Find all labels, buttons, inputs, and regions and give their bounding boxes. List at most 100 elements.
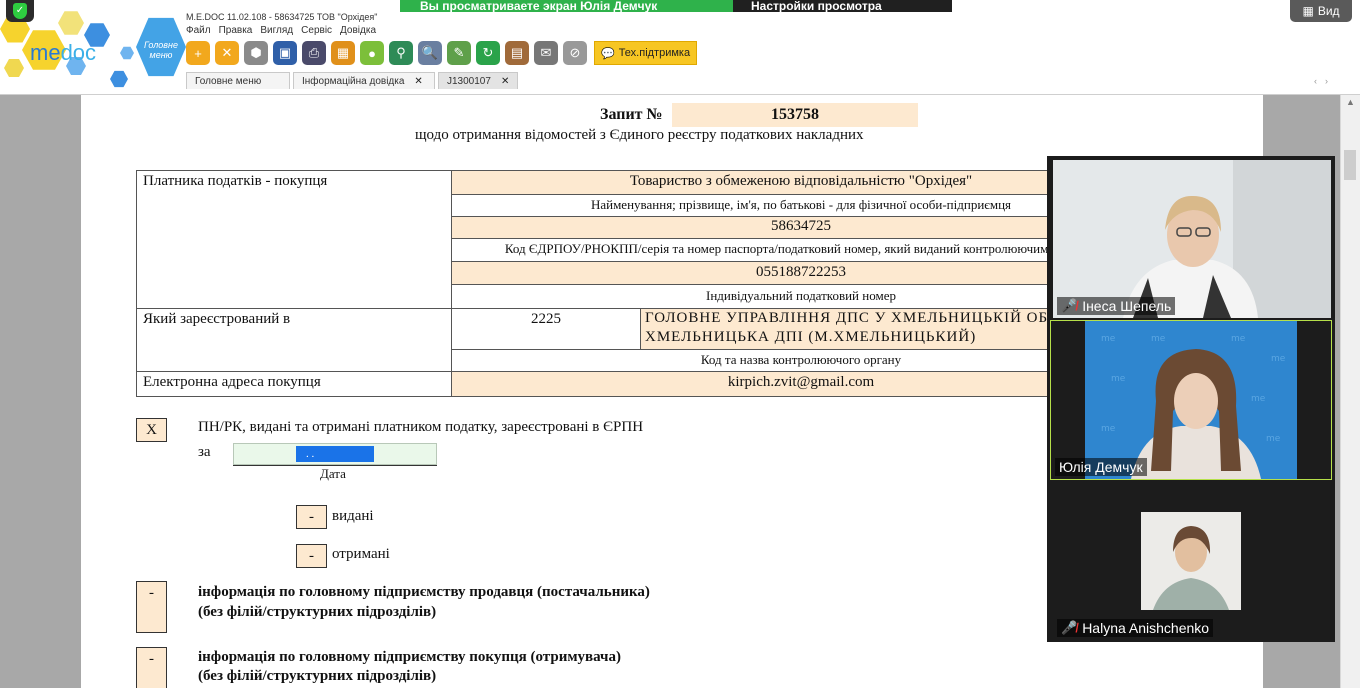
option-seller-line2: (без філій/структурних підрозділів) — [198, 604, 437, 620]
sign-document-icon[interactable]: ✎ — [447, 41, 471, 65]
authority-code-field[interactable]: 2225 — [451, 308, 641, 350]
option-registered-checkbox[interactable]: X — [136, 418, 167, 442]
date-caption: Дата — [320, 466, 346, 481]
screen-share-banner: Вы просматриваете экран Юлія Демчук Наст… — [400, 0, 952, 12]
registered-label: Який зареєстрований в — [136, 308, 452, 372]
participant-video — [1053, 160, 1331, 318]
video-call-panel: 🎤̸ Інеса Шепель me me me me me me me me Юлія Д… — [1047, 156, 1335, 642]
participant-name: Юлія Демчук — [1059, 459, 1143, 475]
participant-name-tag: 🎤̸ Halyna Anishchenko — [1057, 619, 1214, 637]
view-button[interactable]: ▦ Вид — [1290, 0, 1352, 22]
tab-j1300107[interactable]: J1300107 ✕ — [438, 72, 518, 89]
svg-text:me: me — [1101, 424, 1116, 434]
payer-name-field[interactable]: Товариство з обмеженою відповідальністю … — [451, 170, 1151, 195]
new-document-icon[interactable]: + — [186, 41, 210, 65]
package-icon[interactable]: ▦ — [331, 41, 355, 65]
edrpou-field[interactable]: 58634725 — [451, 216, 1151, 239]
email-label: Електронна адреса покупця — [136, 371, 452, 397]
payer-label: Платника податків - покупця — [136, 170, 452, 309]
option-seller-checkbox[interactable]: - — [136, 581, 167, 633]
participant-name-tag: Юлія Демчук — [1055, 458, 1147, 476]
toolbar: + ✕ ⬢ ▣ ⎙ ▦ ● ⚲ 🔍 ✎ ↻ ▤ ✉ ⊘ 💬 Тех.підтри… — [186, 38, 698, 68]
block-icon[interactable]: ⊘ — [563, 41, 587, 65]
received-label: отримані — [332, 546, 390, 562]
option-seller-line1: інформація по головному підприємству про… — [198, 584, 650, 600]
menubar: Файл Правка Вигляд Сервіс Довідка — [186, 25, 376, 36]
menu-file[interactable]: Файл — [186, 25, 211, 36]
svg-text:me: me — [1266, 434, 1281, 444]
request-number-field[interactable]: 153758 — [672, 103, 918, 127]
svg-text:me: me — [1101, 334, 1116, 344]
participant-tile[interactable]: 🎤̸ Halyna Anishchenko — [1053, 482, 1331, 640]
tech-support-button[interactable]: 💬 Тех.підтримка — [594, 41, 698, 65]
participant-video: me me me me me me me me — [1085, 321, 1297, 479]
participant-tile[interactable]: 🎤̸ Інеса Шепель — [1053, 160, 1331, 318]
mic-muted-icon: 🎤̸ — [1061, 298, 1078, 313]
ipn-hint: Індивідуальний податковий номер — [451, 284, 1151, 309]
search-globe-icon[interactable]: ⚲ — [389, 41, 413, 65]
svg-text:me: me — [1231, 334, 1246, 344]
grid-icon: ▦ — [1302, 4, 1314, 18]
participant-tile-active[interactable]: me me me me me me me me Юлія Демчук — [1050, 320, 1332, 480]
svg-text:me: me — [1271, 354, 1286, 364]
view-settings-button[interactable]: Настройки просмотра — [733, 0, 952, 12]
tab-label: J1300107 — [447, 75, 491, 87]
print-icon[interactable]: ⎙ — [302, 41, 326, 65]
links-icon[interactable]: ⬢ — [244, 41, 268, 65]
menu-view[interactable]: Вигляд — [260, 25, 293, 36]
participant-name-tag: 🎤̸ Інеса Шепель — [1057, 297, 1176, 315]
app-header: medoc ✓ Головне меню M.E.DOC 11.02.108 -… — [0, 0, 1360, 95]
tab-main-menu[interactable]: Головне меню — [186, 72, 290, 89]
save-icon[interactable]: ▣ — [273, 41, 297, 65]
option-buyer-line2: (без філій/структурних підрозділів) — [198, 668, 437, 684]
menu-help[interactable]: Довідка — [340, 25, 376, 36]
participant-name: Halyna Anishchenko — [1082, 620, 1210, 636]
delete-document-icon[interactable]: ✕ — [215, 41, 239, 65]
scroll-up-icon[interactable]: ▲ — [1346, 97, 1355, 107]
option-registered-label: ПН/РК, видані та отримані платником пода… — [198, 419, 644, 435]
archive-icon[interactable]: ▤ — [505, 41, 529, 65]
tab-label: Головне меню — [195, 75, 262, 87]
check-icon[interactable]: ● — [360, 41, 384, 65]
tab-label: Інформаційна довідка — [302, 75, 405, 87]
request-title: Запит № — [600, 106, 663, 123]
close-icon[interactable]: ✕ — [501, 76, 509, 87]
menu-service[interactable]: Сервіс — [301, 25, 332, 36]
date-selection: . . — [296, 446, 374, 462]
send-icon[interactable]: ✉ — [534, 41, 558, 65]
main-menu-label: Головне меню — [144, 40, 178, 60]
period-label: за — [198, 444, 211, 460]
email-field[interactable]: kirpich.zvit@gmail.com — [451, 371, 1151, 397]
tab-scroll-arrows-icon[interactable]: ‹› — [1314, 76, 1336, 86]
support-chat-icon: 💬 — [601, 47, 615, 60]
security-shield-icon: ✓ — [6, 0, 34, 22]
svg-text:me: me — [1251, 394, 1266, 404]
ipn-field[interactable]: 055188722253 — [451, 261, 1151, 285]
mic-muted-icon: 🎤̸ — [1061, 620, 1078, 635]
svg-text:me: me — [1151, 334, 1166, 344]
document-tabs: Головне меню Інформаційна довідка ✕ J130… — [186, 72, 518, 89]
issued-checkbox[interactable]: - — [296, 505, 327, 529]
tab-info-reference[interactable]: Інформаційна довідка ✕ — [293, 72, 435, 89]
request-subtitle: щодо отримання відомостей з Єдиного реєс… — [415, 127, 864, 143]
svg-text:me: me — [1111, 374, 1126, 384]
date-input[interactable]: . . — [233, 443, 437, 465]
participant-video — [1141, 512, 1241, 610]
sharing-message: Вы просматриваете экран Юлія Демчук — [400, 0, 733, 12]
authority-hint: Код та назва контролюючого органу — [451, 349, 1151, 372]
participant-name: Інеса Шепель — [1082, 298, 1172, 314]
edrpou-hint: Код ЄДРПОУ/РНОКПП/серія та номер паспорт… — [451, 238, 1151, 262]
window-title: M.E.DOC 11.02.108 - 58634725 ТОВ "Орхіде… — [186, 12, 378, 22]
option-buyer-checkbox[interactable]: - — [136, 647, 167, 688]
scroll-thumb[interactable] — [1344, 150, 1356, 180]
refresh-icon[interactable]: ↻ — [476, 41, 500, 65]
tech-support-label: Тех.підтримка — [618, 47, 691, 59]
vertical-scrollbar[interactable]: ▲ — [1340, 95, 1360, 688]
close-icon[interactable]: ✕ — [414, 76, 422, 87]
menu-edit[interactable]: Правка — [219, 25, 253, 36]
issued-label: видані — [332, 508, 374, 524]
search-icon[interactable]: 🔍 — [418, 41, 442, 65]
received-checkbox[interactable]: - — [296, 544, 327, 568]
view-button-label: Вид — [1317, 4, 1340, 18]
option-buyer-line1: інформація по головному підприємству пок… — [198, 649, 622, 665]
